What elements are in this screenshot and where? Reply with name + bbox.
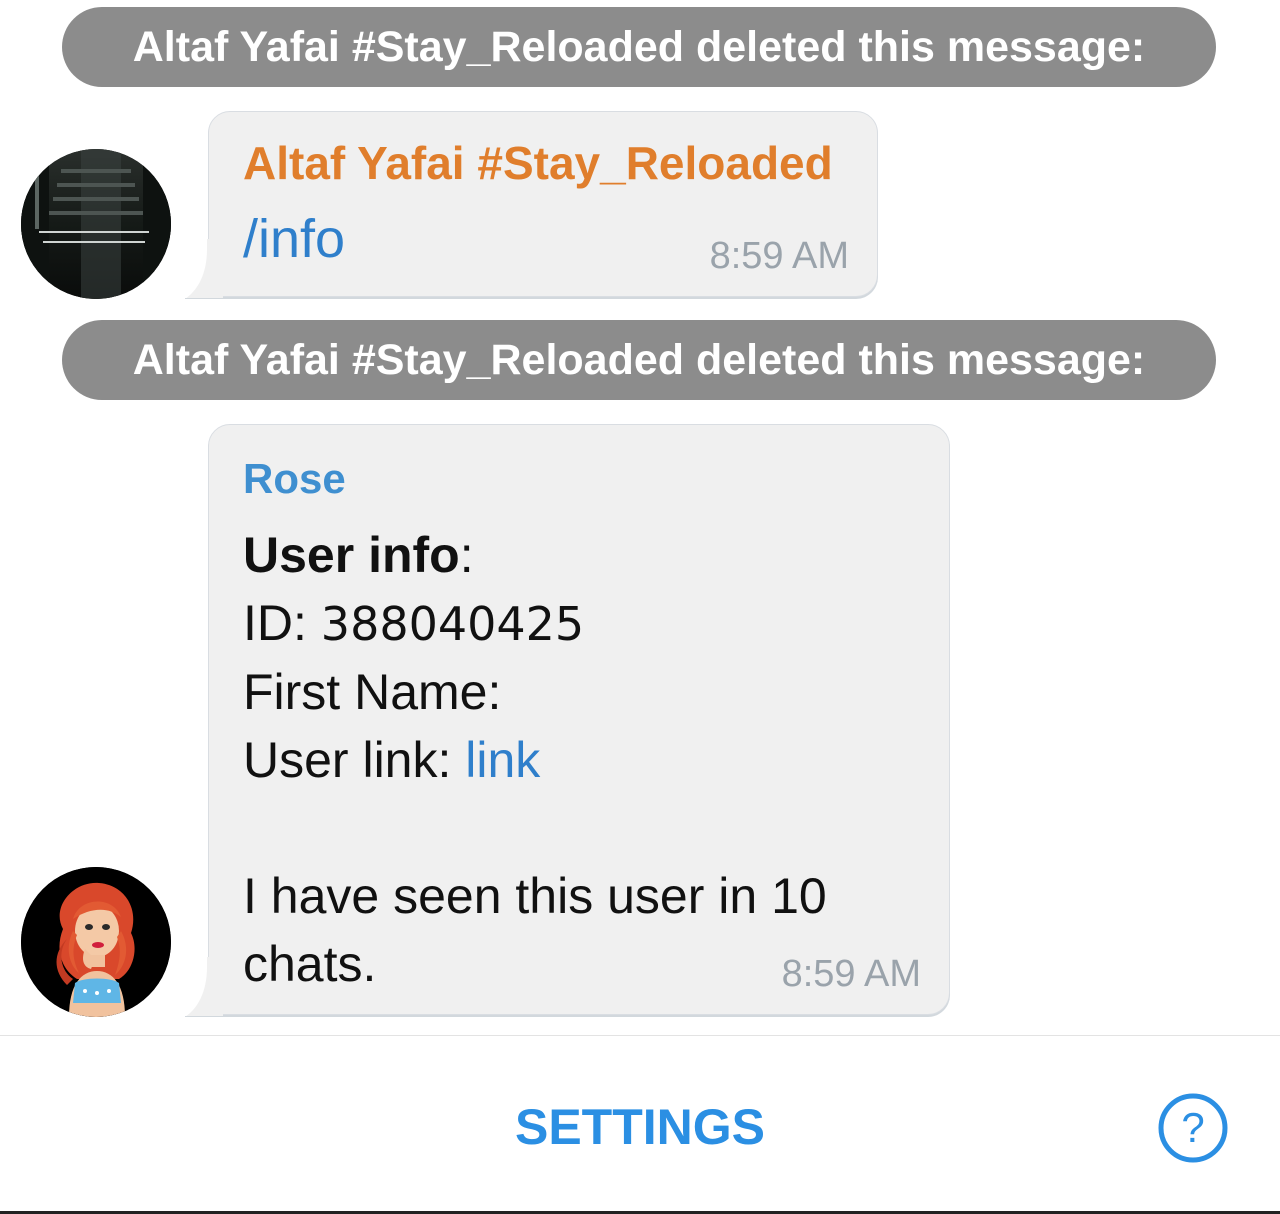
id-line: ID: 388040425: [243, 589, 827, 658]
user-link-label: User link:: [243, 732, 466, 788]
bottom-bar: SETTINGS ?: [0, 1035, 1280, 1214]
seen-chats-line-2: chats.: [243, 936, 377, 992]
help-button[interactable]: ?: [1157, 1092, 1229, 1164]
bubble-tail: [185, 239, 223, 299]
settings-button[interactable]: SETTINGS: [440, 1092, 840, 1162]
message-sender-name[interactable]: Rose: [243, 455, 346, 503]
avatar-stairs-image: [21, 149, 171, 299]
message-sender-name[interactable]: Altaf Yafai #Stay_Reloaded: [243, 136, 833, 190]
question-circle-icon: ?: [1158, 1093, 1228, 1163]
service-message-deleted: Altaf Yafai #Stay_Reloaded deleted this …: [62, 7, 1216, 87]
avatar-rose[interactable]: [21, 867, 171, 1017]
id-value: 388040425: [320, 597, 585, 651]
first-name-line: First Name:: [243, 664, 502, 720]
bubble-tail: [185, 957, 223, 1017]
info-title-line: User info:: [243, 521, 827, 589]
message-bubble-user-info[interactable]: Rose User info: ID: 388040425 First Name…: [185, 424, 950, 1017]
avatar-altaf[interactable]: [21, 149, 171, 299]
message-bubble-info-command[interactable]: Altaf Yafai #Stay_Reloaded /info 8:59 AM: [185, 111, 878, 299]
seen-chats-line-1: I have seen this user in 10: [243, 868, 827, 924]
svg-text:?: ?: [1181, 1104, 1204, 1151]
info-title-colon: :: [459, 527, 474, 583]
service-message-text: Altaf Yafai #Stay_Reloaded deleted this …: [132, 336, 1146, 384]
user-link-line: User link: link: [243, 726, 827, 794]
id-label: ID:: [243, 595, 321, 651]
avatar-redhead-girl-image: [21, 867, 171, 1017]
service-message-text: Altaf Yafai #Stay_Reloaded deleted this …: [132, 23, 1146, 71]
info-title: User info: [243, 527, 460, 583]
message-timestamp: 8:59 AM: [709, 235, 849, 277]
user-link[interactable]: link: [465, 732, 540, 788]
service-message-deleted: Altaf Yafai #Stay_Reloaded deleted this …: [62, 320, 1216, 400]
message-timestamp: 8:59 AM: [781, 953, 921, 995]
user-info-text: User info: ID: 388040425 First Name: Use…: [243, 521, 827, 998]
command-link[interactable]: /info: [243, 208, 345, 270]
